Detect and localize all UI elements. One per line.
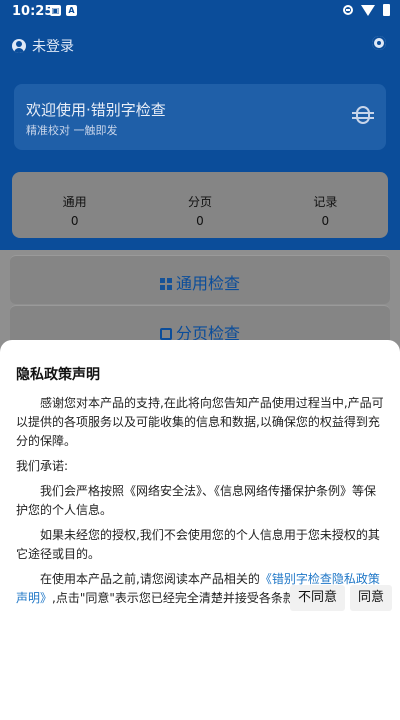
dialog-paragraph: 我们会严格按照《网络安全法》、《信息网络传播保护条例》等保护您的个人信息。 [16, 484, 377, 517]
agree-button[interactable]: 同意 [350, 585, 393, 611]
login-button[interactable]: 未登录 [12, 36, 74, 56]
wifi-icon [361, 4, 375, 16]
policy-prefix: 在使用本产品之前,请您阅读本产品相关的 [40, 572, 260, 586]
page-icon [159, 328, 172, 340]
text-icon: A [66, 5, 77, 16]
status-icons [343, 4, 390, 16]
status-bar: 10:25 ▣ A [0, 0, 400, 24]
dialog-paragraph: 我们承诺: [16, 459, 69, 473]
welcome-subtitle: 精准校对 一触即发 [26, 124, 118, 137]
battery-icon [383, 4, 390, 16]
stats-card: 通用 0 分页 0 记录 0 [12, 172, 388, 238]
do-not-disturb-icon [343, 5, 353, 15]
dialog-paragraph: 感谢您对本产品的支持,在此将向您告知产品使用过程当中,产品可以提供的各项服务以及… [16, 396, 384, 448]
image-icon: ▣ [50, 5, 61, 16]
stat-value: 0 [70, 214, 79, 228]
stat-records[interactable]: 记录 0 [263, 172, 388, 238]
stat-paged[interactable]: 分页 0 [137, 172, 262, 238]
welcome-card: 欢迎使用·错别字检查 精准校对 一触即发 [14, 84, 386, 150]
login-text: 未登录 [32, 39, 74, 55]
disagree-button[interactable]: 不同意 [290, 585, 346, 611]
dialog-title: 隐私政策声明 [16, 367, 100, 383]
dialog-body: 感谢您对本产品的支持,在此将向您告知产品使用过程当中,产品可以提供的各项服务以及… [16, 394, 384, 614]
stat-value: 0 [196, 214, 204, 228]
stat-label: 通用 [62, 195, 87, 209]
gear-icon[interactable] [372, 36, 386, 50]
stat-value: 0 [321, 214, 330, 228]
bug-icon [352, 106, 374, 124]
avatar-icon [12, 39, 26, 53]
stat-general[interactable]: 通用 0 [12, 172, 137, 238]
privacy-dialog: 隐私政策声明 感谢您对本产品的支持,在此将向您告知产品使用过程当中,产品可以提供… [0, 340, 400, 720]
dialog-paragraph: 如果未经您的授权,我们不会使用您的个人信息用于您未授权的其它途径或目的。 [16, 528, 380, 561]
general-check-label: 通用检查 [10, 270, 390, 294]
general-check-button[interactable]: 通用检查 [10, 255, 390, 304]
grid-icon [159, 278, 172, 290]
stat-label: 记录 [313, 195, 338, 209]
general-check-text: 通用检查 [175, 274, 240, 293]
policy-suffix: ,点击"同意"表示您已经完全清楚并接受各条款。 [52, 591, 307, 605]
stat-label: 分页 [187, 195, 212, 209]
status-time: 10:25 [12, 4, 54, 19]
welcome-title: 欢迎使用·错别字检查 [26, 101, 166, 119]
